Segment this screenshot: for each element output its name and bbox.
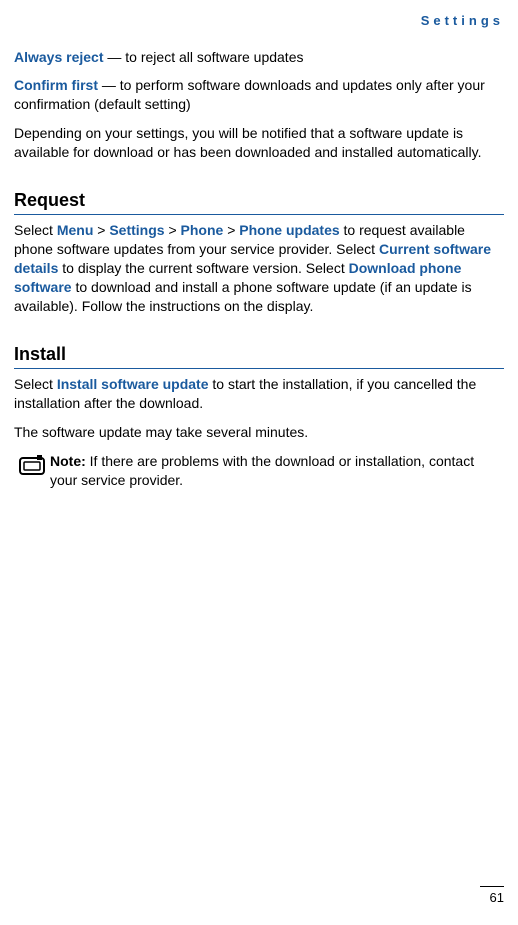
confirm-first-paragraph: Confirm first — to perform software down… — [14, 76, 504, 114]
install-software-label: Install software update — [57, 376, 209, 392]
install-text-a: Select — [14, 376, 57, 392]
gt2: > — [165, 222, 181, 238]
gt3: > — [223, 222, 239, 238]
always-reject-rest: — to reject all software updates — [104, 49, 304, 65]
request-text-d: to download and install a phone software… — [14, 279, 472, 314]
page-number: 61 — [480, 886, 504, 907]
note-body: If there are problems with the download … — [50, 453, 474, 488]
request-text-a: Select — [14, 222, 57, 238]
phone-label: Phone — [181, 222, 224, 238]
gt1: > — [93, 222, 109, 238]
request-text-c: to display the current software version.… — [58, 260, 348, 276]
install-paragraph-2: The software update may take several min… — [14, 423, 504, 442]
phone-updates-label: Phone updates — [239, 222, 339, 238]
confirm-first-label: Confirm first — [14, 77, 98, 93]
note-text: Note: If there are problems with the dow… — [50, 452, 504, 490]
request-paragraph: Select Menu > Settings > Phone > Phone u… — [14, 221, 504, 315]
always-reject-label: Always reject — [14, 49, 104, 65]
note-block: Note: If there are problems with the dow… — [14, 452, 504, 490]
depending-paragraph: Depending on your settings, you will be … — [14, 124, 504, 162]
install-heading: Install — [14, 342, 504, 369]
note-icon — [19, 454, 45, 476]
note-icon-wrap — [14, 452, 50, 476]
settings-label: Settings — [109, 222, 164, 238]
note-label: Note: — [50, 453, 86, 469]
always-reject-paragraph: Always reject — to reject all software u… — [14, 48, 504, 67]
request-heading: Request — [14, 188, 504, 215]
install-paragraph-1: Select Install software update to start … — [14, 375, 504, 413]
menu-label: Menu — [57, 222, 94, 238]
page-header-title: Settings — [14, 12, 504, 30]
